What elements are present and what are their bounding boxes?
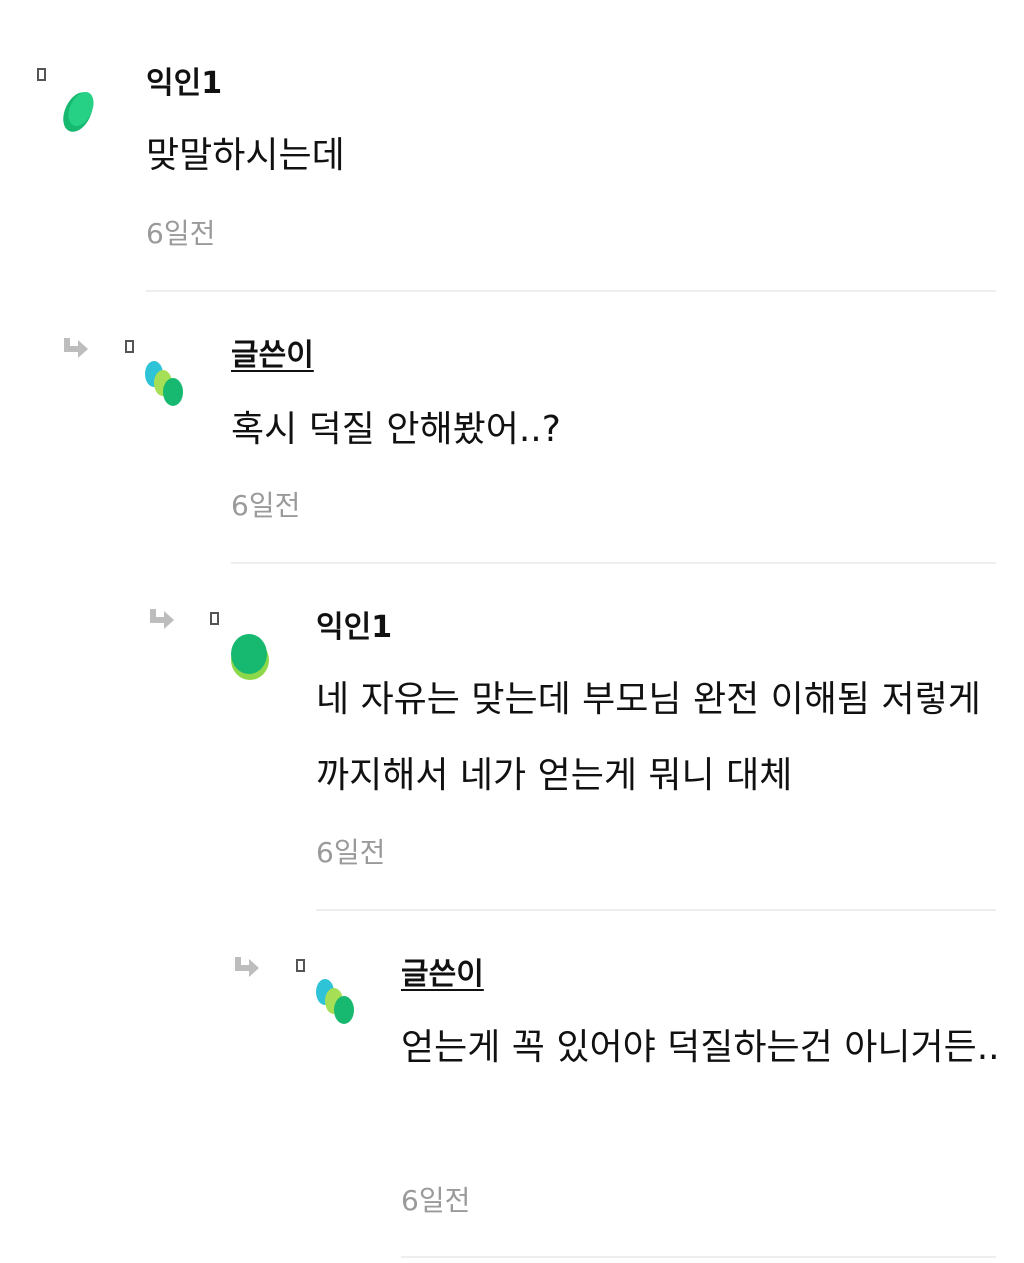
comment-divider: [316, 909, 996, 911]
comment-text: 혹시 덕질 안해봤어..?: [231, 409, 561, 450]
comment-text: 맞말하시는데: [146, 135, 345, 176]
green-lime-avatar: [231, 634, 269, 680]
tricolor-dots-avatar: [316, 979, 354, 1024]
comment-time: 6일전: [146, 217, 216, 250]
tricolor-dots-avatar: [145, 361, 183, 406]
comment-author[interactable]: 글쓴이: [401, 955, 484, 995]
comment-time: 6일전: [231, 489, 301, 522]
reply-arrow-icon: [235, 957, 259, 977]
comment-time: 6일전: [316, 836, 386, 869]
comment-divider: [146, 290, 996, 292]
small-square-icon: [37, 68, 46, 81]
comment-text: 네 자유는 맞는데 부모님 완전 이해됨 저렇게까지해서 네가 얻는게 뭐니 대…: [316, 679, 981, 796]
small-square-icon: [125, 340, 134, 353]
reply-arrow-icon: [64, 338, 88, 358]
small-square-icon: [210, 612, 219, 625]
comment-author[interactable]: 글쓴이: [231, 336, 314, 376]
comment-author[interactable]: 익인1: [316, 608, 392, 648]
comment-divider: [231, 562, 996, 564]
comment-divider: [401, 1256, 996, 1258]
small-square-icon: [296, 959, 305, 972]
comment-author[interactable]: 익인1: [146, 64, 222, 104]
green-leaf-avatar: [63, 92, 94, 132]
reply-arrow-icon: [150, 609, 174, 629]
comment-text: 얻는게 꼭 있어야 덕질하는건 아니거든..: [401, 1027, 1000, 1068]
comment-time: 6일전: [401, 1184, 471, 1217]
